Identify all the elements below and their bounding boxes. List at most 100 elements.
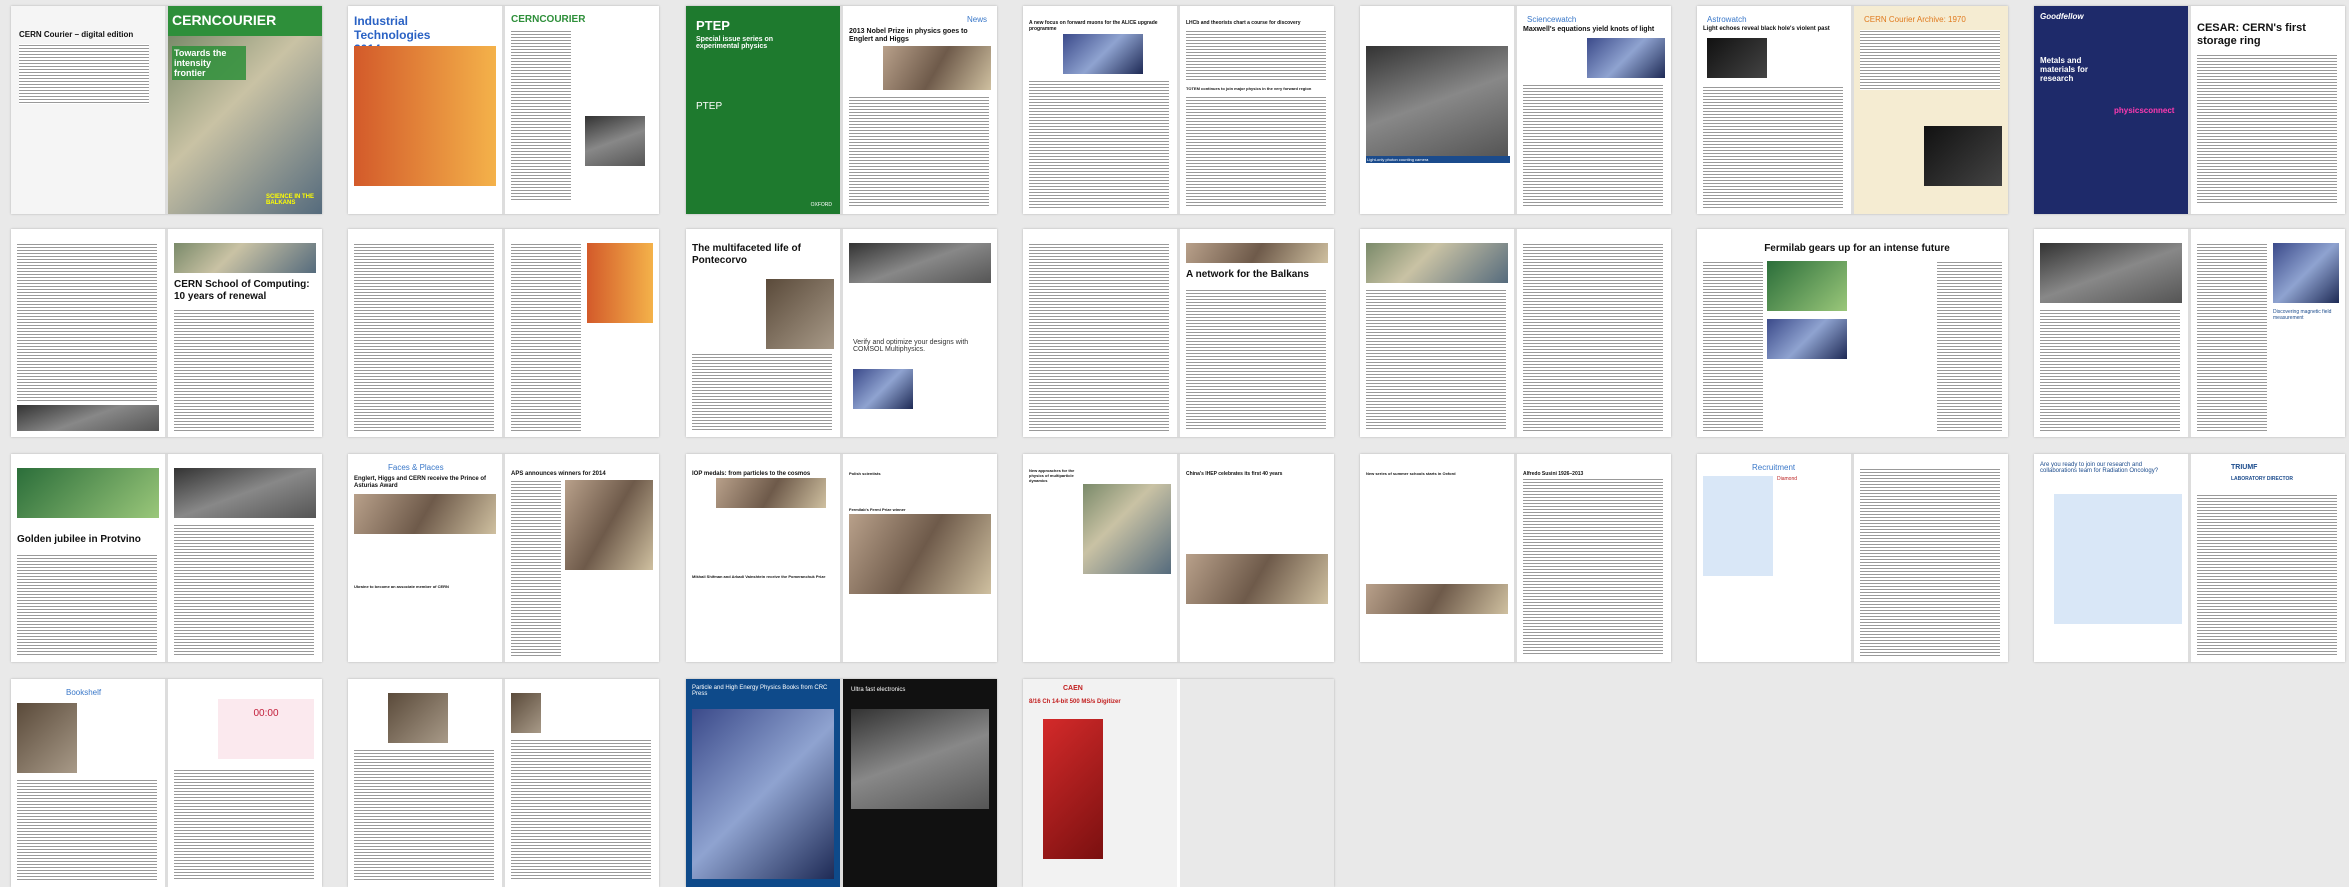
group-photo	[1366, 243, 1508, 283]
spread-1[interactable]: CERN Courier – digital edition CERNCOURI…	[11, 6, 322, 214]
physicsconnect-logo: physicsconnect	[2114, 106, 2175, 115]
book-cover-image	[388, 693, 448, 743]
text-column	[354, 243, 494, 431]
spread-15[interactable]: Golden jubilee in Protvino	[11, 454, 322, 662]
spread-3[interactable]: PTEP Special issue series on experimenta…	[686, 6, 997, 214]
spread-8[interactable]: CERN School of Computing: 10 years of re…	[11, 229, 322, 437]
protvino-photos	[17, 468, 159, 518]
text-column	[1029, 243, 1169, 431]
ptep-logo: PTEP	[696, 101, 723, 112]
triumf-page: TRIUMF LABORATORY DIRECTOR	[2191, 454, 2345, 662]
ptep-title: PTEP	[696, 18, 730, 33]
text-column	[1703, 86, 1843, 208]
goodfellow-tagline: Metals and materials for research	[2040, 56, 2089, 83]
spread-20[interactable]: Recruitment Diamond	[1697, 454, 2008, 662]
cover-headline: Towards the intensity frontier	[172, 46, 246, 80]
comet-image	[1924, 126, 2002, 186]
contents-photo	[585, 116, 645, 166]
laboratory-director: LABORATORY DIRECTOR	[2231, 476, 2293, 482]
spread-10[interactable]: The multifaceted life of Pontecorvo Veri…	[686, 229, 997, 437]
industrial-ad-page: Industrial Technologies 2014	[348, 6, 502, 214]
spread-6[interactable]: Astrowatch Light echoes reveal black hol…	[1697, 6, 2008, 214]
camera-caption: Light-only photon counting camera	[1366, 156, 1510, 163]
text-column	[17, 554, 157, 656]
multiparticle-page: New approaches for the physics of multip…	[1023, 454, 1177, 662]
spread-19[interactable]: New series of summer schools starts in O…	[1360, 454, 1671, 662]
text-column	[2197, 243, 2267, 431]
alice-page: A new focus on forward muons for the ALI…	[1023, 6, 1177, 214]
device-photos	[851, 709, 989, 809]
spread-2[interactable]: Industrial Technologies 2014 CERNCOURIER	[348, 6, 659, 214]
puzzle-graphic	[2054, 494, 2182, 624]
text-column	[849, 96, 989, 206]
magnetic-ad-page: Discovering magnetic field measurement	[2191, 229, 2345, 437]
obituary-page: Alfredo Susini 1926–2013	[1517, 454, 1671, 662]
text-column	[1860, 30, 2000, 90]
chart-figure	[587, 243, 653, 323]
goodfellow-logo: Goodfellow	[2040, 12, 2084, 21]
computing-headline: CERN School of Computing: 10 years of re…	[174, 279, 310, 302]
spread-18[interactable]: New approaches for the physics of multip…	[1023, 454, 1334, 662]
section-bookshelf: Bookshelf	[66, 688, 102, 697]
text-column	[511, 243, 581, 431]
spread-14[interactable]: Discovering magnetic field measurement	[2034, 229, 2345, 437]
black-hole-image	[1707, 38, 1767, 78]
contents-page: CERNCOURIER	[505, 6, 659, 214]
spread-1-left-page: CERN Courier – digital edition	[11, 6, 165, 214]
spread-9[interactable]	[348, 229, 659, 437]
winner-portraits	[565, 480, 653, 570]
book-review-left	[348, 679, 502, 887]
section-sciencewatch: Sciencewatch	[1527, 15, 1577, 24]
collision-page	[2034, 229, 2188, 437]
digitizer-headline: 8/16 Ch 14-bit 500 MS/s Digitizer	[1029, 699, 1121, 705]
camera-ad-page: Light-only photon counting camera	[1360, 6, 1514, 214]
spread-16[interactable]: Faces & Places Englert, Higgs and CERN r…	[348, 454, 659, 662]
spread-11[interactable]: A network for the Balkans	[1023, 229, 1334, 437]
oncology-headline: Are you ready to join our research and c…	[2040, 462, 2159, 474]
spread-4[interactable]: A new focus on forward muons for the ALI…	[1023, 6, 1334, 214]
protvino-right-page	[168, 454, 322, 662]
text-column	[511, 739, 651, 881]
book-review-page: 00:00	[168, 679, 322, 887]
diamond-logo: Diamond	[1777, 476, 1798, 482]
text-column	[174, 769, 314, 881]
spread-23[interactable]	[348, 679, 659, 887]
spread-22[interactable]: Bookshelf 00:00	[11, 679, 322, 887]
text-column	[17, 243, 157, 403]
asturias-headline: Englert, Higgs and CERN receive the Prin…	[354, 476, 487, 489]
archive-page: CERN Courier Archive: 1970	[1854, 6, 2008, 214]
text-column	[1186, 289, 1326, 431]
school-photo	[17, 405, 159, 431]
award-photo	[354, 494, 496, 534]
spread-13[interactable]: Fermilab gears up for an intense future	[1697, 229, 2008, 437]
author-photo	[17, 703, 77, 773]
text-column	[1523, 478, 1663, 656]
text-column	[174, 524, 314, 656]
industrial-poster	[354, 46, 496, 186]
spread-12[interactable]	[1360, 229, 1671, 437]
ihep-headline: China's IHEP celebrates its first 40 yea…	[1186, 471, 1283, 477]
recruitment-page: Recruitment Diamond	[1697, 454, 1851, 662]
spread-24[interactable]: Particle and High Energy Physics Books f…	[686, 679, 997, 887]
pontecorvo-page: The multifaceted life of Pontecorvo	[686, 229, 840, 437]
spread-21[interactable]: Are you ready to join our research and c…	[2034, 454, 2345, 662]
caen-ad-page: CAEN 8/16 Ch 14-bit 500 MS/s Digitizer	[1023, 679, 1177, 887]
oxford-job-page	[1854, 454, 2008, 662]
section-faces-places: Faces & Places	[388, 463, 444, 472]
cover-page: CERNCOURIER Towards the intensity fronti…	[168, 6, 322, 214]
ihep-photo	[1186, 554, 1328, 604]
spread-17[interactable]: IOP medals: from particles to the cosmos…	[686, 454, 997, 662]
bookshelf-page: Bookshelf	[11, 679, 165, 887]
school-group-photo	[1366, 584, 1508, 614]
lhcb-page: LHCb and theorists chart a course for di…	[1180, 6, 1334, 214]
alice-headline: A new focus on forward muons for the ALI…	[1029, 20, 1158, 32]
text-right-page	[1517, 229, 1671, 437]
text-column	[1029, 80, 1169, 208]
protvino-page: Golden jubilee in Protvino	[11, 454, 165, 662]
spread-5[interactable]: Light-only photon counting camera Scienc…	[1360, 6, 1671, 214]
spread-7[interactable]: Goodfellow Metals and materials for rese…	[2034, 6, 2345, 214]
spread-25[interactable]: CAEN 8/16 Ch 14-bit 500 MS/s Digitizer	[1023, 679, 1334, 887]
nobel-headline: 2013 Nobel Prize in physics goes to Engl…	[849, 28, 968, 43]
triumf-logo: TRIUMF	[2231, 464, 2258, 471]
balkans-headline: A network for the Balkans	[1186, 269, 1309, 280]
